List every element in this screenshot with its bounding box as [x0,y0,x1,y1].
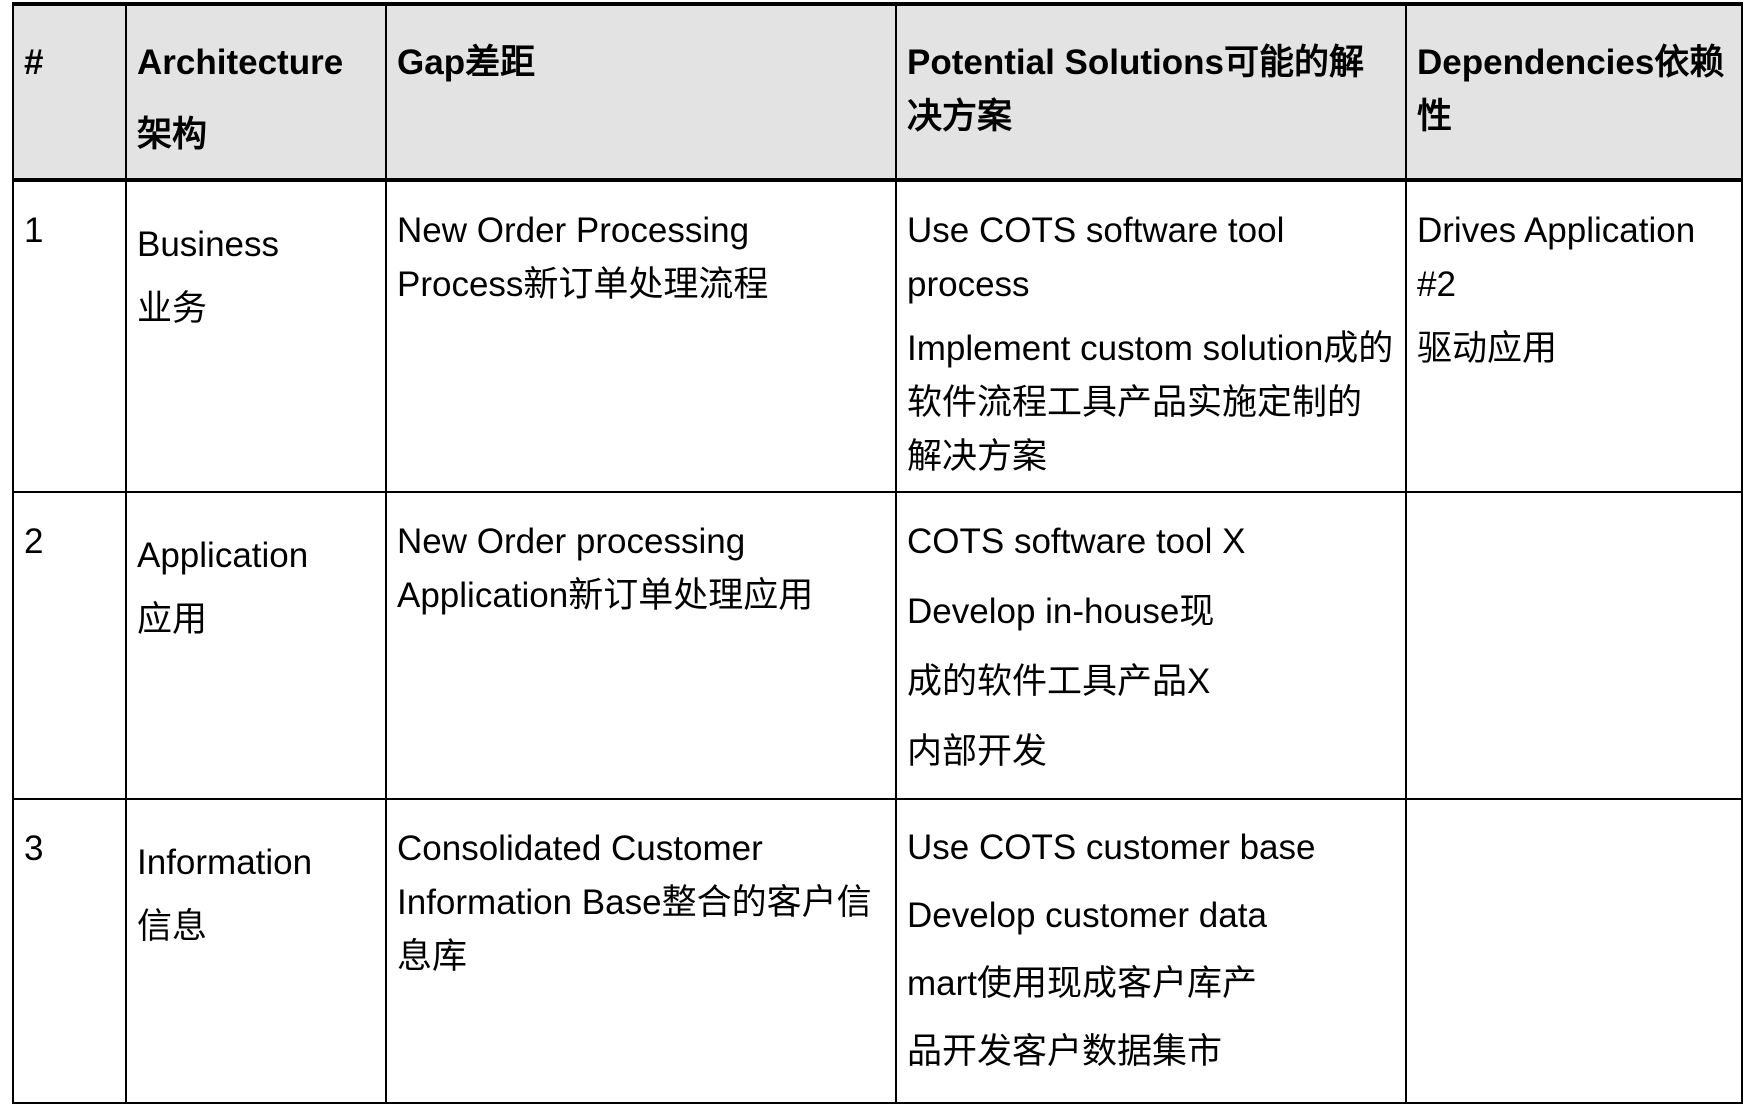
cell-num: 2 [12,491,127,800]
cell-architecture: Business 业务 [125,179,387,493]
solution-item: 品开发客户数据集市 [907,1032,1223,1071]
cell-gap: Consolidated Customer Information Base整合… [385,798,897,1104]
header-row: # Architecture 架构 Gap差距 Potential Soluti… [12,2,1743,182]
solution-item: mart使用现成客户库产 [907,964,1258,1003]
dependency-item: Drives Application #2 [1417,211,1696,304]
cell-architecture: Application 应用 [125,491,387,800]
header-architecture-en: Architecture [137,43,344,82]
table-row: 3 Information 信息 Consolidated Customer I… [12,798,1743,1104]
dependency-item: 驱动应用 [1417,329,1558,368]
architecture-zh: 业务 [137,289,208,328]
solution-item: Use COTS customer base [907,828,1316,867]
cell-dependencies [1405,798,1743,1104]
cell-architecture: Information 信息 [125,798,387,1104]
solution-item: COTS software tool X [907,522,1246,561]
cell-solutions: Use COTS customer base Develop customer … [895,798,1407,1104]
header-solutions: Potential Solutions可能的解决方案 [895,2,1407,182]
cell-gap: New Order Processing Process新订单处理流程 [385,179,897,493]
header-architecture-zh: 架构 [137,115,208,154]
gap-analysis-table: # Architecture 架构 Gap差距 Potential Soluti… [12,2,1743,1104]
table-row: 2 Application 应用 New Order processing Ap… [12,491,1743,800]
cell-gap: New Order processing Application新订单处理应用 [385,491,897,800]
solution-item: 内部开发 [907,732,1048,771]
cell-num: 3 [12,798,127,1104]
architecture-zh: 信息 [137,907,208,946]
header-architecture: Architecture 架构 [125,2,387,182]
solution-item: 成的软件工具产品X [907,662,1211,701]
cell-dependencies: Drives Application #2 驱动应用 [1405,179,1743,493]
solution-item: Use COTS software tool process [907,211,1285,304]
cell-solutions: Use COTS software tool process Implement… [895,179,1407,493]
solution-item: Develop in-house现 [907,592,1215,631]
solution-item: Implement custom solution成的软件流程工具产品实施定制的… [907,329,1394,476]
solution-item: Develop customer data [907,896,1267,935]
header-dependencies: Dependencies依赖性 [1405,2,1743,182]
architecture-en: Business [137,225,280,264]
cell-solutions: COTS software tool X Develop in-house现 成… [895,491,1407,800]
cell-dependencies [1405,491,1743,800]
header-gap: Gap差距 [385,2,897,182]
table-row: 1 Business 业务 New Order Processing Proce… [12,179,1743,493]
architecture-en: Application [137,536,309,575]
architecture-zh: 应用 [137,600,208,639]
architecture-en: Information [137,843,313,882]
cell-num: 1 [12,179,127,493]
header-num: # [12,2,127,182]
